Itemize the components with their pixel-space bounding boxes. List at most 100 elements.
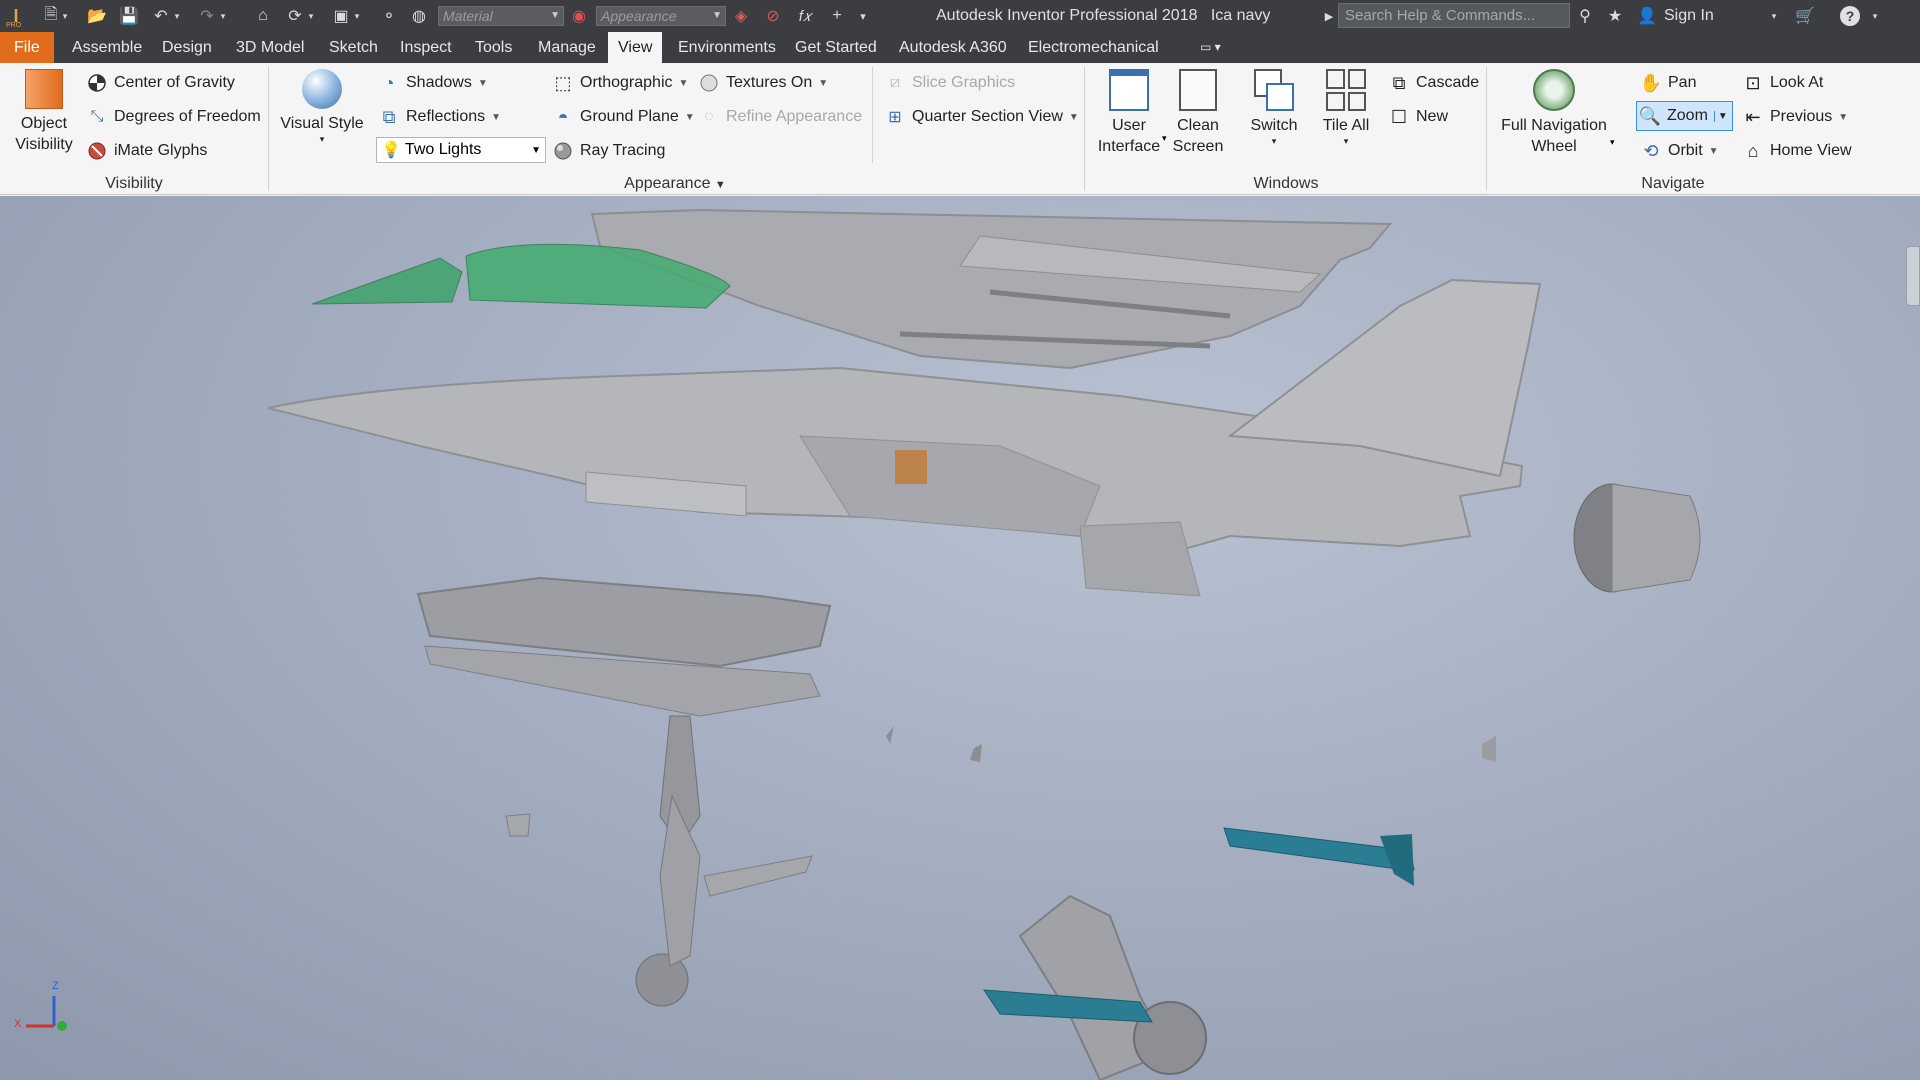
- select-dropdown-icon[interactable]: ▾: [352, 5, 362, 27]
- appearance-dropdown[interactable]: Appearance ▼: [596, 6, 726, 26]
- pan-button[interactable]: ✋ Pan: [1639, 69, 1697, 97]
- clear-appearance-icon[interactable]: ⊘: [762, 5, 784, 27]
- sign-in-link[interactable]: Sign In: [1664, 7, 1714, 25]
- plus-icon[interactable]: +: [826, 5, 848, 27]
- user-icon[interactable]: 👤: [1636, 5, 1658, 27]
- cart-icon[interactable]: 🛒: [1794, 5, 1816, 27]
- lighting-style-select[interactable]: 💡 Two Lights ▼: [376, 137, 546, 163]
- imate-glyphs-button[interactable]: iMate Glyphs: [86, 137, 207, 165]
- stripe-marking: [895, 450, 927, 484]
- physical-props-icon[interactable]: ⚬: [378, 5, 400, 27]
- ground-plane-icon: ◓: [557, 106, 569, 127]
- update-dropdown-icon[interactable]: ▾: [306, 5, 316, 27]
- section-view-icon: ⊞: [888, 109, 902, 126]
- chevron-down-icon: ▾: [1271, 136, 1277, 146]
- tab-manage[interactable]: Manage: [528, 32, 606, 63]
- pro-badge: PRO: [6, 22, 22, 29]
- refine-appearance-icon: ◌: [704, 108, 714, 125]
- shadows-button[interactable]: ◔ Shadows ▼: [378, 69, 488, 97]
- cascade-icon: ⧉: [1392, 72, 1406, 93]
- tab-electromechanical[interactable]: Electromechanical: [1018, 32, 1169, 63]
- ribbon-tabs: File Assemble Design 3D Model Sketch Ins…: [0, 32, 1920, 63]
- tab-assemble[interactable]: Assemble: [62, 32, 152, 63]
- small-part: [886, 726, 894, 744]
- account-dropdown-icon[interactable]: ▾: [1768, 5, 1780, 27]
- search-expand-icon[interactable]: ▶: [1318, 5, 1340, 27]
- viewcube[interactable]: [1906, 246, 1920, 306]
- refine-appearance-button[interactable]: ◌ Refine Appearance: [698, 103, 862, 131]
- undo-icon[interactable]: ↶: [150, 5, 172, 27]
- previous-view-button[interactable]: ⇤ Previous ▼: [1742, 103, 1848, 131]
- quarter-section-view-button[interactable]: ⊞ Quarter Section View ▼: [884, 103, 1079, 131]
- switch-button[interactable]: Switch ▾: [1244, 69, 1304, 146]
- material-dropdown[interactable]: Material ▼: [438, 6, 564, 26]
- tab-file[interactable]: File: [0, 32, 54, 63]
- chevron-down-icon: ▼: [1068, 111, 1079, 123]
- slice-graphics-button[interactable]: ⧄ Slice Graphics: [884, 69, 1015, 97]
- new-window-button[interactable]: ☐ New: [1388, 103, 1448, 131]
- title-bar: I PRO 🗎 ▾ 📂 💾 ↶ ▾ ↷ ▾ ⌂ ⟳ ▾ ▣ ▾ ⚬ ◍ Mate…: [0, 0, 1920, 32]
- parameters-icon[interactable]: f𝑥: [794, 5, 816, 27]
- tab-autodesk-a360[interactable]: Autodesk A360: [889, 32, 1017, 63]
- ground-plane-button[interactable]: ◓ Ground Plane ▼: [552, 103, 695, 131]
- user-interface-button[interactable]: User Interface: [1094, 69, 1164, 157]
- customize-qat-icon[interactable]: ▾: [852, 5, 874, 27]
- textures-button[interactable]: Textures On ▼: [698, 69, 828, 97]
- degrees-of-freedom-button[interactable]: ⤡ Degrees of Freedom: [86, 103, 261, 131]
- cascade-button[interactable]: ⧉ Cascade: [1388, 69, 1480, 97]
- tab-view[interactable]: View: [608, 32, 663, 63]
- clean-screen-button[interactable]: Clean Screen: [1166, 69, 1230, 157]
- orthographic-button[interactable]: ⬚ Orthographic ▼: [552, 69, 688, 97]
- chevron-down-icon[interactable]: ▾: [1610, 137, 1615, 148]
- search-input[interactable]: Search Help & Commands...: [1338, 3, 1570, 28]
- reflections-button[interactable]: ⧉ Reflections ▼: [378, 103, 502, 131]
- tab-environments[interactable]: Environments: [668, 32, 786, 63]
- clean-screen-icon: [1179, 69, 1217, 111]
- full-navigation-wheel-button[interactable]: Full Navigation Wheel: [1494, 69, 1614, 157]
- tab-inspect[interactable]: Inspect: [390, 32, 462, 63]
- new-dropdown-icon[interactable]: ▾: [60, 5, 70, 27]
- hand-pan-icon: ✋: [1639, 72, 1663, 93]
- orbit-icon: ⟲: [1643, 140, 1659, 161]
- tab-3d-model[interactable]: 3D Model: [226, 32, 314, 63]
- look-at-button[interactable]: ⊡ Look At: [1742, 69, 1823, 97]
- ribbon-toggle-icon[interactable]: ▭ ▾: [1190, 32, 1231, 63]
- tile-all-button[interactable]: Tile All ▾: [1316, 69, 1376, 146]
- object-visibility-button[interactable]: Object Visibility: [10, 69, 78, 155]
- panel-divider: [1486, 67, 1487, 191]
- home-view-button[interactable]: ⌂ Home View: [1742, 137, 1852, 165]
- visibility-panel-label: Visibility: [105, 175, 163, 192]
- visual-style-button[interactable]: Visual Style ▾: [280, 69, 364, 144]
- orbit-button[interactable]: ⟲ Orbit ▼: [1640, 137, 1718, 165]
- appearance-panel-label[interactable]: Appearance ▼: [600, 175, 750, 193]
- reflections-icon: ⧉: [382, 106, 396, 127]
- save-icon[interactable]: 💾: [118, 5, 140, 27]
- model-scene: [267, 208, 1701, 1080]
- chevron-down-icon[interactable]: ▼: [1713, 110, 1728, 122]
- graphics-viewport[interactable]: Z X: [0, 196, 1920, 1080]
- appearance-ball-icon[interactable]: ◉: [568, 5, 590, 27]
- globe-icon[interactable]: ◍: [408, 5, 430, 27]
- help-icon[interactable]: ?: [1840, 6, 1860, 26]
- tab-sketch[interactable]: Sketch: [319, 32, 388, 63]
- home-icon[interactable]: ⌂: [252, 5, 274, 27]
- update-icon[interactable]: ⟳: [284, 5, 306, 27]
- new-file-icon[interactable]: 🗎: [40, 5, 62, 27]
- adjust-appearance-icon[interactable]: ◈: [730, 5, 752, 27]
- help-dropdown-icon[interactable]: ▾: [1870, 5, 1880, 27]
- undo-dropdown-icon[interactable]: ▾: [172, 5, 182, 27]
- tab-tools[interactable]: Tools: [465, 32, 522, 63]
- open-folder-icon[interactable]: 📂: [86, 5, 108, 27]
- new-window-icon: ☐: [1390, 106, 1408, 127]
- center-of-gravity-button[interactable]: Center of Gravity: [86, 69, 235, 97]
- favorites-star-icon[interactable]: ★: [1604, 5, 1626, 27]
- zoom-button[interactable]: 🔍 Zoom ▼: [1636, 101, 1733, 131]
- front-wheel: [635, 953, 689, 1007]
- redo-icon[interactable]: ↷: [196, 5, 218, 27]
- ray-tracing-button[interactable]: Ray Tracing: [552, 137, 665, 165]
- select-icon[interactable]: ▣: [330, 5, 352, 27]
- tab-design[interactable]: Design: [152, 32, 222, 63]
- tab-get-started[interactable]: Get Started: [785, 32, 887, 63]
- binoculars-icon[interactable]: ⚲: [1574, 5, 1596, 27]
- redo-dropdown-icon[interactable]: ▾: [218, 5, 228, 27]
